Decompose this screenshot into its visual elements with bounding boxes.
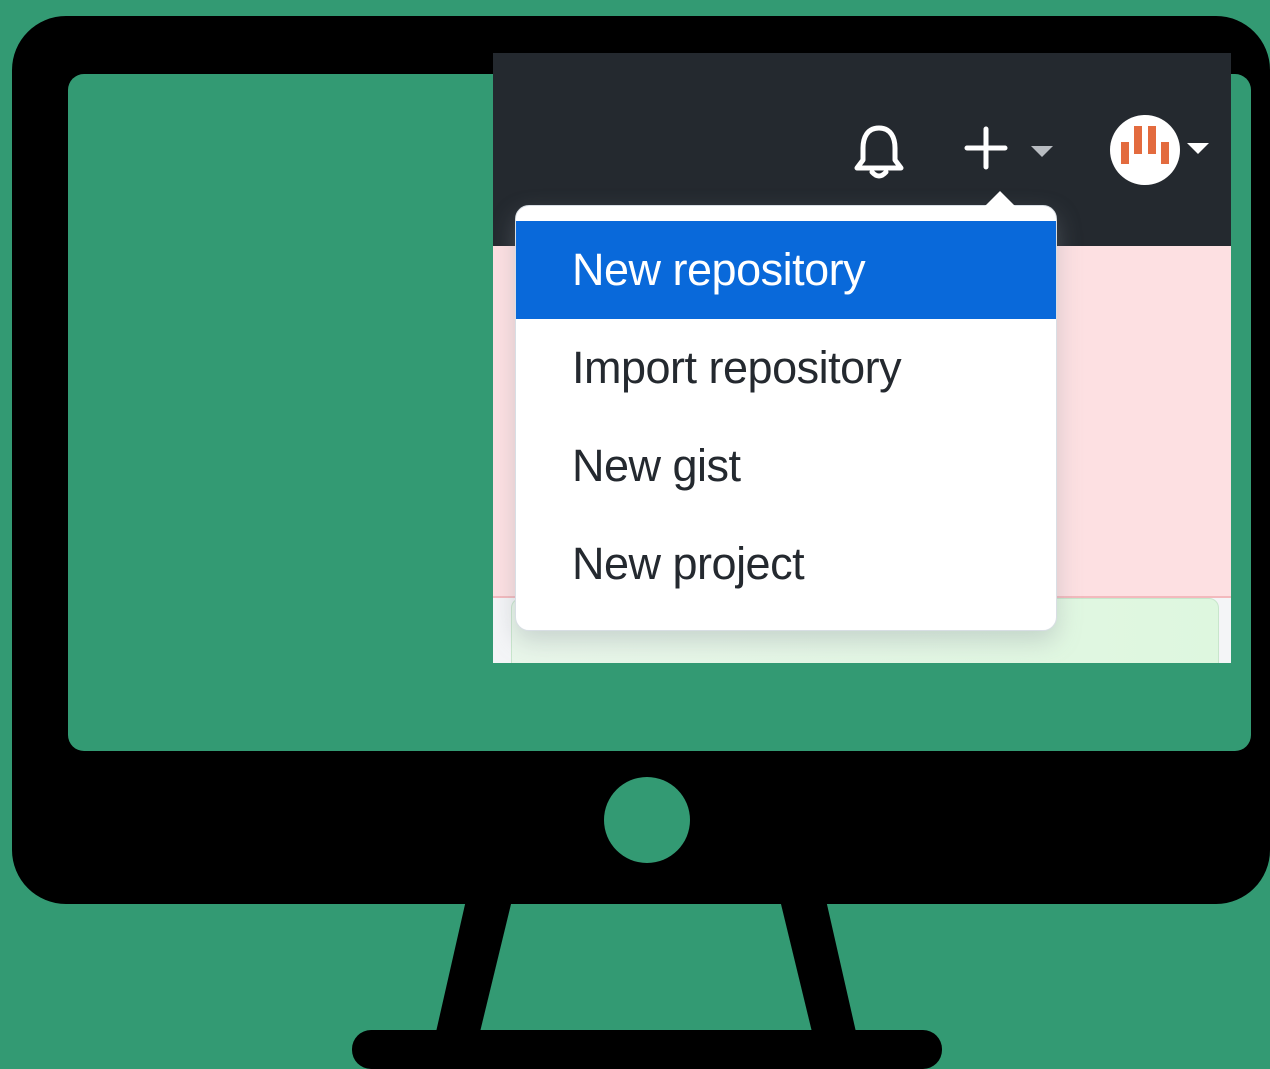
menu-item-import-repository[interactable]: Import repository bbox=[516, 319, 1056, 417]
plus-icon[interactable] bbox=[963, 125, 1009, 171]
menu-item-new-project[interactable]: New project bbox=[516, 515, 1056, 613]
dropdown-menu: New repository Import repository New gis… bbox=[516, 221, 1056, 613]
bell-icon[interactable] bbox=[851, 122, 907, 182]
monitor-camera-dot bbox=[604, 777, 690, 863]
caret-down-icon[interactable] bbox=[1029, 144, 1055, 158]
caret-down-icon[interactable] bbox=[1185, 141, 1211, 155]
menu-item-new-gist[interactable]: New gist bbox=[516, 417, 1056, 515]
avatar[interactable] bbox=[1109, 114, 1181, 186]
create-new-dropdown: New repository Import repository New gis… bbox=[515, 191, 1057, 631]
dropdown-pointer bbox=[984, 191, 1016, 207]
github-screenshot: New repository Import repository New gis… bbox=[493, 53, 1231, 663]
monitor-stand bbox=[352, 900, 942, 1069]
menu-item-new-repository[interactable]: New repository bbox=[516, 221, 1056, 319]
